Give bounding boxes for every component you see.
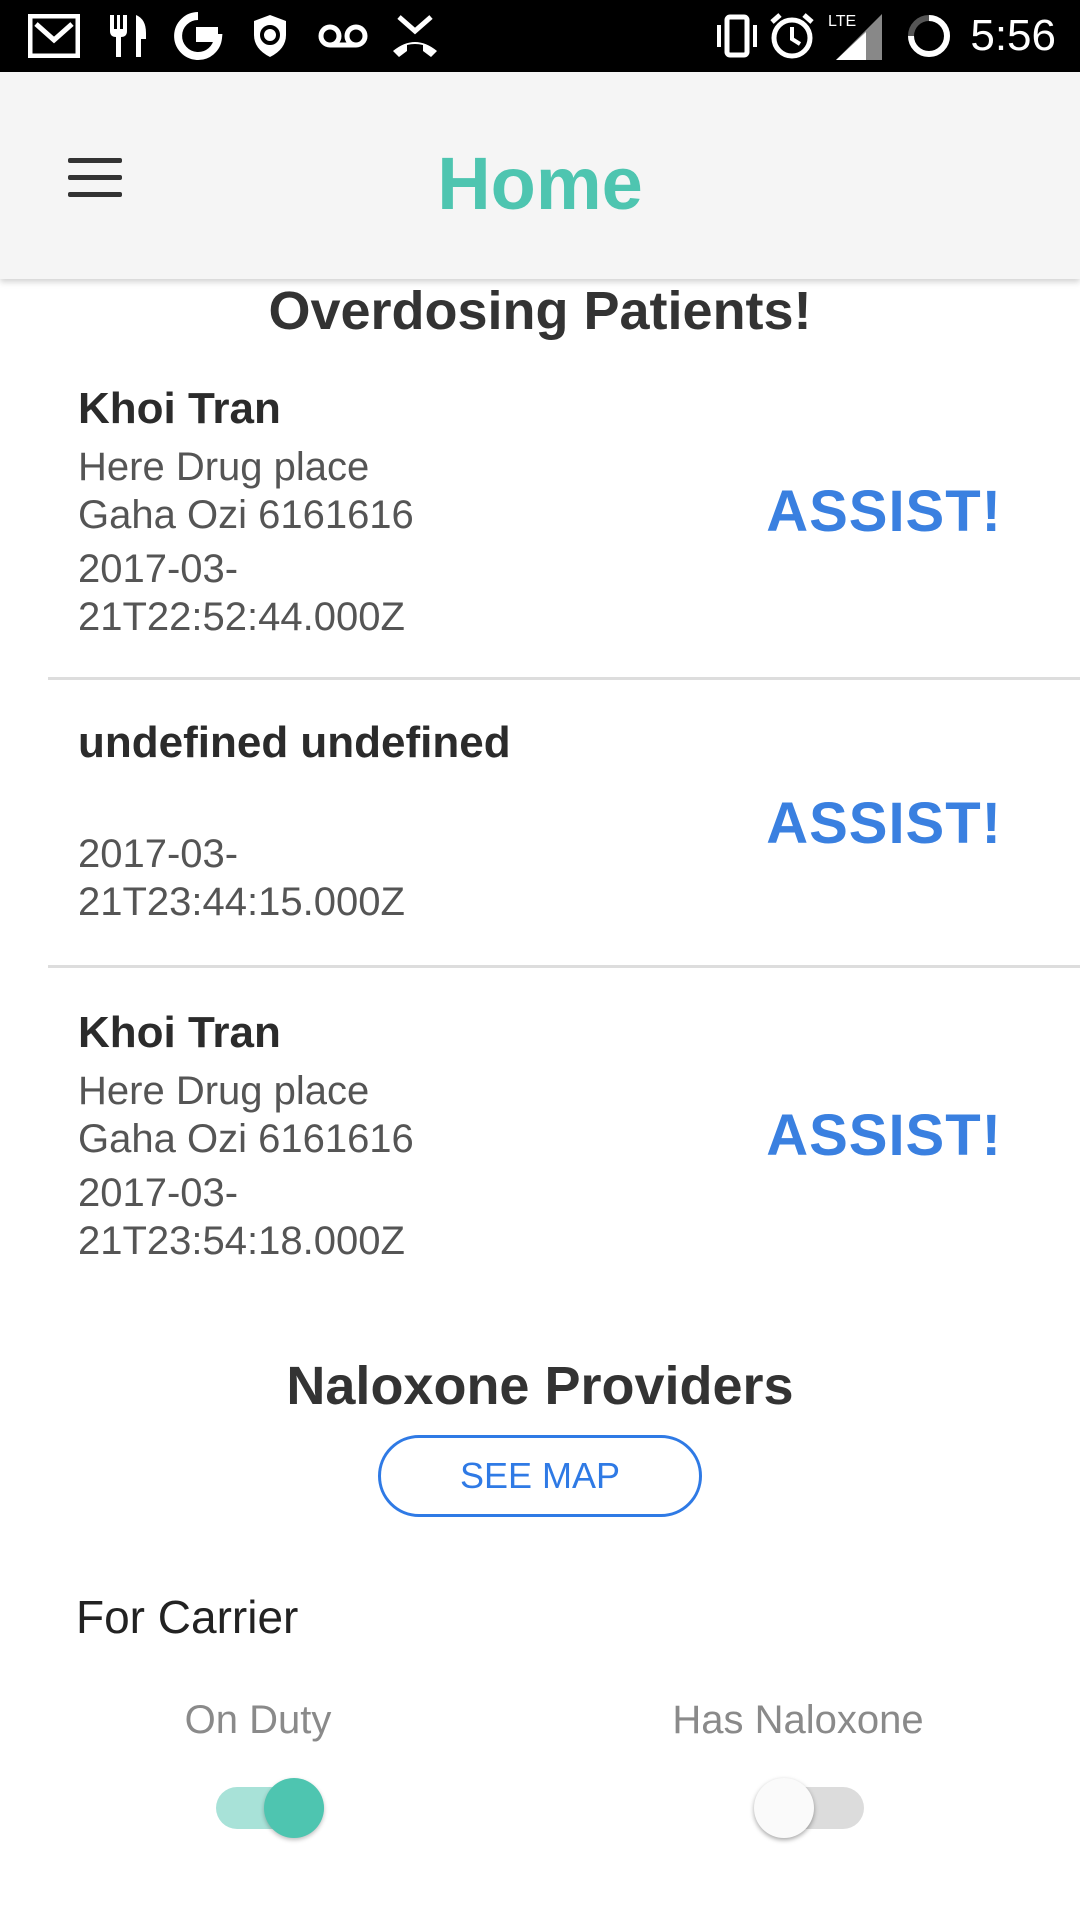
patient-list-item: Khoi Tran Here Drug place Gaha Ozi 61616… (48, 968, 1080, 1278)
patients-section-title: Overdosing Patients! (268, 281, 812, 341)
assist-button[interactable]: ASSIST! (766, 478, 1002, 545)
patient-timestamp-line1: 2017-03- (78, 1171, 239, 1215)
on-duty-label: On Duty (184, 1698, 332, 1742)
assist-button[interactable]: ASSIST! (766, 790, 1002, 857)
switch-thumb (754, 1778, 814, 1838)
loading-circle-icon (904, 10, 954, 62)
missed-call-icon (390, 10, 440, 62)
status-bar: LTE 5:56 (0, 0, 1080, 72)
on-duty-switch[interactable] (214, 1776, 326, 1840)
patient-timestamp-line1: 2017-03- (78, 547, 239, 591)
patient-timestamp-line2: 21T22:52:44.000Z (78, 595, 405, 639)
patient-name: Khoi Tran (78, 384, 281, 433)
patient-list-item: Khoi Tran Here Drug place Gaha Ozi 61616… (48, 366, 1080, 680)
page-title: Home (437, 142, 643, 225)
patient-name: Khoi Tran (78, 1008, 281, 1057)
carrier-section-title: For Carrier (76, 1591, 299, 1643)
gmail-icon (26, 10, 82, 62)
has-naloxone-label: Has Naloxone (672, 1698, 924, 1742)
patient-address-line2: Gaha Ozi 6161616 (78, 493, 414, 537)
patient-name: undefined undefined (78, 718, 511, 767)
patient-timestamp-line2: 21T23:44:15.000Z (78, 880, 405, 924)
see-map-button[interactable]: SEE MAP (378, 1435, 702, 1517)
alarm-icon (768, 10, 816, 62)
lte-label: LTE (828, 13, 856, 30)
assist-button[interactable]: ASSIST! (766, 1102, 1002, 1169)
patient-address-line1: Here Drug place (78, 445, 370, 489)
has-naloxone-switch[interactable] (754, 1776, 866, 1840)
shield-g-icon (248, 10, 292, 62)
google-icon (172, 10, 224, 62)
status-time: 5:56 (970, 11, 1056, 60)
patient-list-item: undefined undefined 2017-03- 21T23:44:15… (48, 680, 1080, 968)
lte-signal-icon: LTE (826, 10, 884, 62)
switch-thumb (264, 1778, 324, 1838)
patient-timestamp-line1: 2017-03- (78, 832, 239, 876)
patient-address-line2: Gaha Ozi 6161616 (78, 1117, 414, 1161)
providers-section-title: Naloxone Providers (286, 1356, 794, 1416)
app-bar: Home (0, 72, 1080, 279)
vibrate-icon (716, 10, 758, 62)
voicemail-icon (316, 10, 370, 62)
patient-address-line1: Here Drug place (78, 1069, 370, 1113)
patient-timestamp-line2: 21T23:54:18.000Z (78, 1219, 405, 1263)
restaurant-icon (104, 10, 152, 62)
